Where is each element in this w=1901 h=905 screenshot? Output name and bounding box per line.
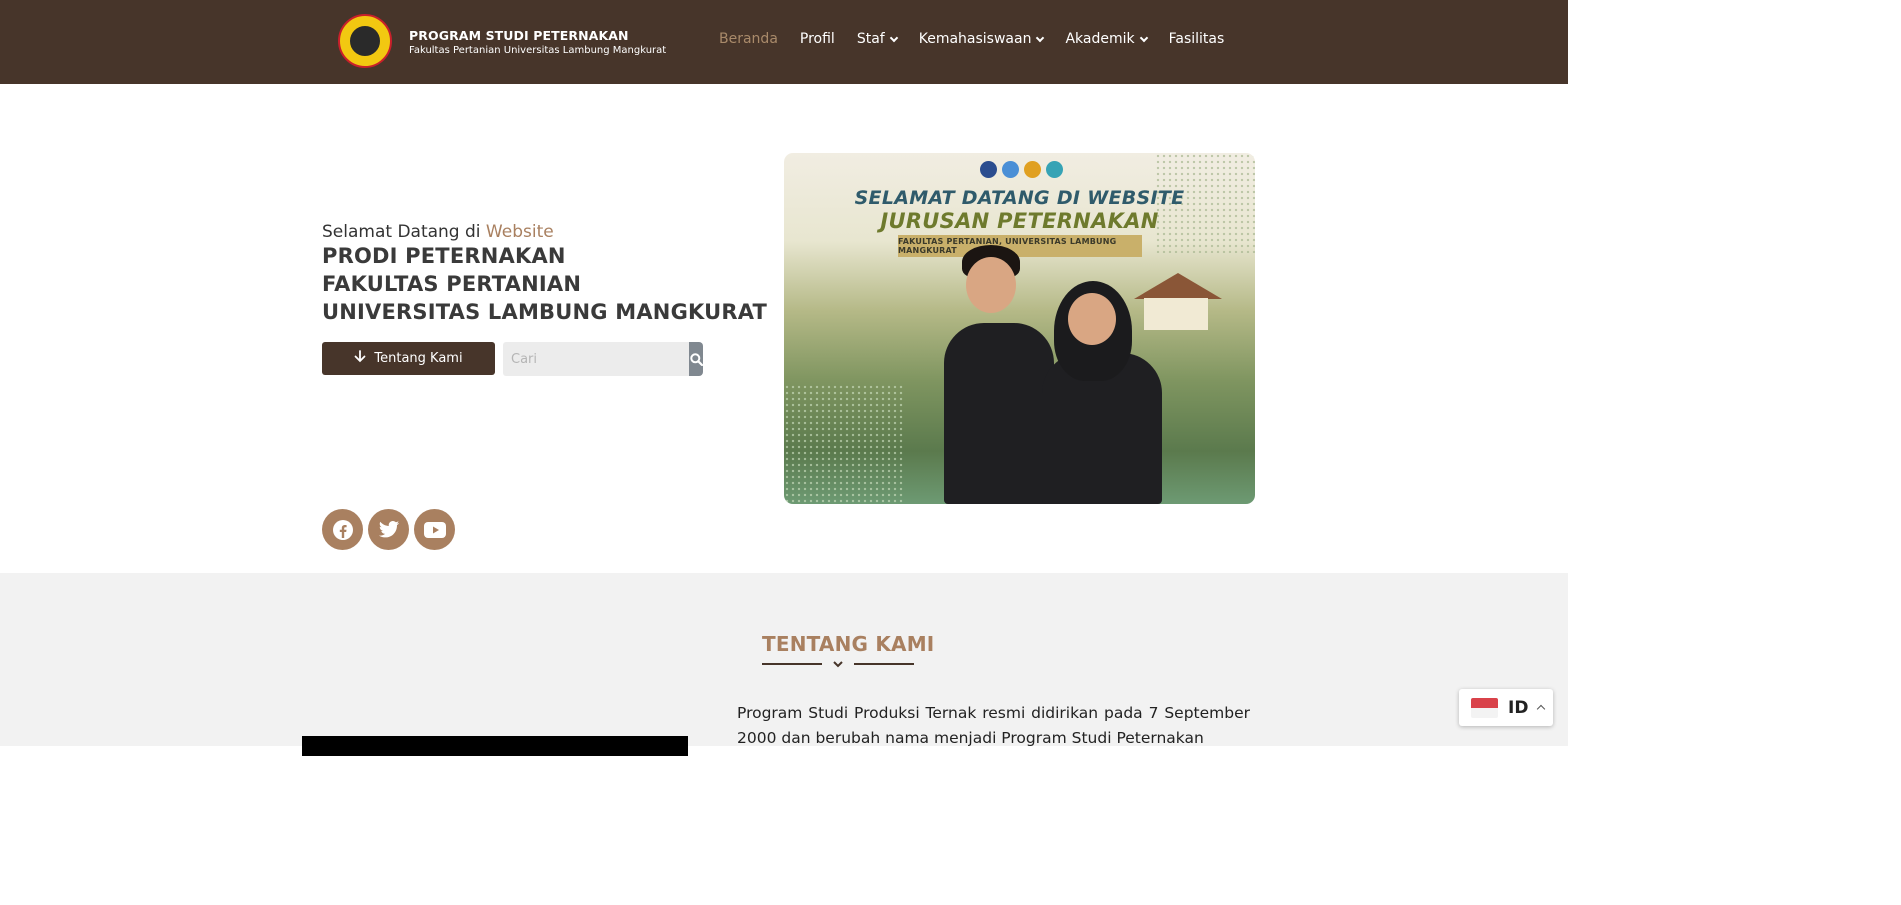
nav-item-akademik[interactable]: Akademik xyxy=(1065,31,1148,47)
facebook-icon xyxy=(332,519,353,540)
nav-item-profil[interactable]: Profil xyxy=(800,31,835,47)
social-links xyxy=(322,509,455,550)
brand[interactable]: PROGRAM STUDI PETERNAKAN Fakultas Pertan… xyxy=(409,28,666,56)
banner-subheading: JURUSAN PETERNAKAN xyxy=(880,209,1159,233)
university-logo[interactable] xyxy=(338,14,392,68)
hero-title-line: UNIVERSITAS LAMBUNG MANGKURAT xyxy=(322,300,768,324)
section-divider xyxy=(762,661,914,669)
search-input[interactable] xyxy=(503,342,689,376)
banner-heading: SELAMAT DATANG DI WEBSITE xyxy=(854,187,1185,209)
hero-title-line: PRODI PETERNAKAN xyxy=(322,244,566,268)
main-nav: Beranda Profil Staf Kemahasiswaan Akadem… xyxy=(719,31,1246,47)
hero-title-line: FAKULTAS PERTANIAN xyxy=(322,272,582,296)
chevron-down-icon xyxy=(1139,33,1148,42)
hero-title: PRODI PETERNAKAN FAKULTAS PERTANIAN UNIV… xyxy=(322,242,767,326)
hero-banner-image: SELAMAT DATANG DI WEBSITE JURUSAN PETERN… xyxy=(784,153,1255,504)
about-section: TENTANG KAMI Program Studi Produksi Tern… xyxy=(0,573,1568,756)
search-icon xyxy=(689,352,703,366)
brand-subtitle: Fakultas Pertanian Universitas Lambung M… xyxy=(409,45,667,56)
nav-item-fasilitas[interactable]: Fasilitas xyxy=(1169,31,1225,47)
welcome-text: Selamat Datang di Website xyxy=(322,222,554,242)
indonesia-flag-icon xyxy=(1471,697,1498,718)
nav-item-beranda[interactable]: Beranda xyxy=(719,31,778,47)
welcome-prefix: Selamat Datang di xyxy=(322,222,481,242)
facebook-button[interactable] xyxy=(322,509,363,550)
youtube-button[interactable] xyxy=(414,509,455,550)
chevron-down-icon xyxy=(833,661,843,668)
twitter-button[interactable] xyxy=(368,509,409,550)
house-illustration xyxy=(1134,273,1222,333)
about-button-label: Tentang Kami xyxy=(374,351,463,366)
youtube-icon xyxy=(423,521,446,538)
brand-title: PROGRAM STUDI PETERNAKAN xyxy=(409,28,629,43)
video-embed[interactable] xyxy=(302,736,688,756)
welcome-accent: Website xyxy=(485,222,554,242)
chevron-down-icon xyxy=(1036,33,1045,42)
chevron-up-icon xyxy=(1537,704,1546,714)
about-button[interactable]: Tentang Kami xyxy=(322,342,495,375)
chevron-down-icon xyxy=(889,33,898,42)
nav-item-staf[interactable]: Staf xyxy=(857,31,898,47)
banner-band: FAKULTAS PERTANIAN, UNIVERSITAS LAMBUNG … xyxy=(898,235,1142,257)
nav-item-kemahasiswaan[interactable]: Kemahasiswaan xyxy=(919,31,1045,47)
twitter-icon xyxy=(378,520,399,537)
arrow-down-icon xyxy=(354,350,366,367)
about-title: TENTANG KAMI xyxy=(762,632,935,656)
search-form xyxy=(503,342,703,376)
about-text: Program Studi Produksi Ternak resmi didi… xyxy=(737,704,1250,747)
partner-logos xyxy=(980,161,1063,178)
site-header: PROGRAM STUDI PETERNAKAN Fakultas Pertan… xyxy=(0,0,1568,84)
language-code: ID xyxy=(1508,697,1529,718)
language-switcher[interactable]: ID xyxy=(1459,689,1553,726)
search-button[interactable] xyxy=(689,342,703,376)
